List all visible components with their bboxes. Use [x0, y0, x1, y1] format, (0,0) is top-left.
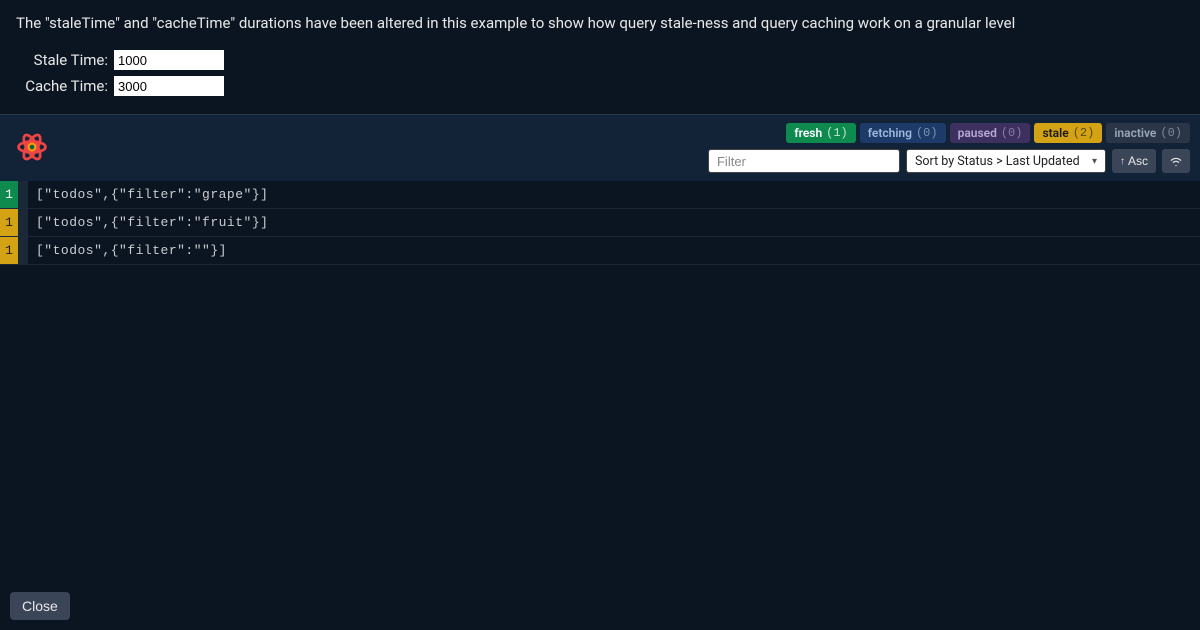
query-observer-count: 1	[0, 209, 18, 236]
network-toggle-button[interactable]	[1162, 149, 1190, 173]
wifi-icon	[1168, 153, 1184, 169]
close-button[interactable]: Close	[10, 592, 70, 620]
status-label: fetching	[868, 126, 912, 140]
app-config-section: The "staleTime" and "cacheTime" duration…	[0, 0, 1200, 114]
query-key: ["todos",{"filter":""}]	[28, 243, 227, 258]
stale-time-input[interactable]	[114, 50, 224, 70]
asc-label: Asc	[1128, 154, 1148, 168]
status-badge-fresh[interactable]: fresh (1)	[786, 123, 855, 143]
description-text: The "staleTime" and "cacheTime" duration…	[16, 14, 1184, 32]
filter-input[interactable]	[708, 149, 900, 173]
cache-time-row: Cache Time:	[16, 76, 1184, 96]
status-label: paused	[958, 126, 997, 140]
query-item[interactable]: 1 ["todos",{"filter":"fruit"}]	[0, 209, 1200, 237]
stale-time-label: Stale Time:	[16, 51, 108, 69]
status-count: (0)	[1001, 126, 1023, 140]
sort-direction-button[interactable]: ↑ Asc	[1112, 149, 1156, 173]
query-observer-count: 1	[0, 181, 18, 208]
time-controls: Stale Time: Cache Time:	[16, 50, 1184, 96]
devtools-panel: fresh (1) fetching (0) paused (0) stale …	[0, 114, 1200, 265]
sort-select[interactable]: Sort by Status > Last Updated	[906, 149, 1106, 173]
query-status-strip	[18, 237, 28, 264]
query-status-strip	[18, 181, 28, 208]
sort-selected-value: Sort by Status > Last Updated	[915, 154, 1080, 169]
cache-time-input[interactable]	[114, 76, 224, 96]
status-count: (0)	[916, 126, 938, 140]
query-list: 1 ["todos",{"filter":"grape"}] 1 ["todos…	[0, 181, 1200, 265]
query-key: ["todos",{"filter":"fruit"}]	[28, 215, 268, 230]
query-observer-count: 1	[0, 237, 18, 264]
devtools-controls: fresh (1) fetching (0) paused (0) stale …	[708, 123, 1190, 173]
status-count: (2)	[1073, 126, 1095, 140]
stale-time-row: Stale Time:	[16, 50, 1184, 70]
cache-time-label: Cache Time:	[16, 77, 108, 95]
status-label: stale	[1042, 126, 1068, 140]
react-query-logo-icon	[14, 129, 50, 165]
status-badge-paused[interactable]: paused (0)	[950, 123, 1031, 143]
query-status-strip	[18, 209, 28, 236]
status-badges: fresh (1) fetching (0) paused (0) stale …	[786, 123, 1190, 143]
status-badge-stale[interactable]: stale (2)	[1034, 123, 1102, 143]
status-count: (1)	[826, 126, 848, 140]
query-item[interactable]: 1 ["todos",{"filter":"grape"}]	[0, 181, 1200, 209]
status-badge-inactive[interactable]: inactive (0)	[1106, 123, 1190, 143]
status-label: fresh	[794, 126, 822, 140]
arrow-up-icon: ↑	[1120, 156, 1125, 167]
status-count: (0)	[1160, 126, 1182, 140]
query-item[interactable]: 1 ["todos",{"filter":""}]	[0, 237, 1200, 265]
filter-row: Sort by Status > Last Updated ↑ Asc	[708, 149, 1190, 173]
query-key: ["todos",{"filter":"grape"}]	[28, 187, 268, 202]
devtools-header: fresh (1) fetching (0) paused (0) stale …	[0, 115, 1200, 181]
status-badge-fetching[interactable]: fetching (0)	[860, 123, 946, 143]
status-label: inactive	[1114, 126, 1156, 140]
